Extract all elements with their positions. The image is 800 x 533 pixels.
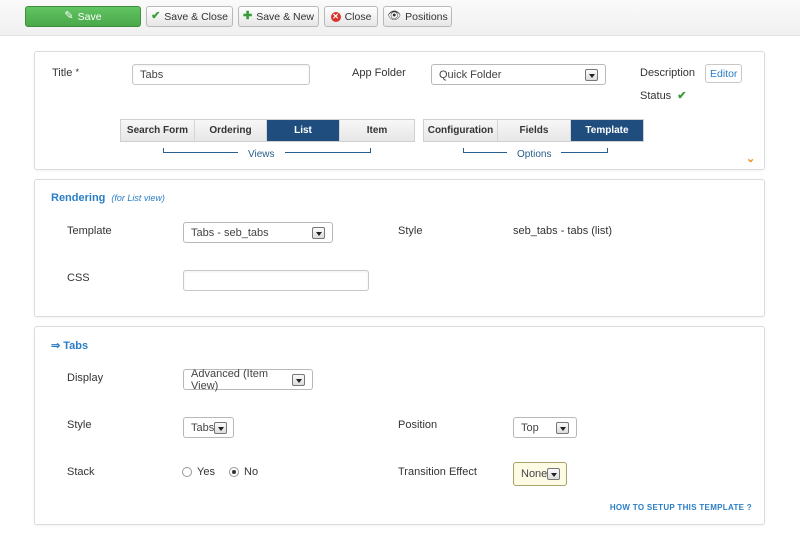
editor-button-label: Editor [710,67,738,80]
description-label: Description [640,67,696,79]
rendering-title: Rendering (for List view) [51,192,165,204]
options-group-label: Options [507,149,562,160]
tab-list[interactable]: List [267,120,340,141]
tabs-style-value: Tabs [191,421,215,434]
rendering-style-value: seb_tabs - tabs (list) [513,225,613,237]
chevron-down-icon [312,226,325,239]
tabs-panel: ⇒ Tabs Display Advanced (Item View) Styl… [34,326,765,525]
tab-ordering[interactable]: Ordering [195,120,267,141]
rendering-title-text: Rendering [51,192,106,204]
tabs-section-title: ⇒ Tabs [51,340,89,352]
options-tab-group: Configuration Fields Template [423,119,644,142]
chevron-down-icon [547,468,561,480]
status-label: Status ✔ [640,89,686,102]
tab-item[interactable]: Item [340,120,414,141]
save-new-label: Save & New [256,10,314,23]
save-icon: ✎ [64,10,74,22]
save-new-button[interactable]: ✚ Save & New [238,6,319,27]
stack-no-option[interactable]: No [229,466,258,478]
close-icon: ✕ [330,11,341,22]
status-label-text: Status [640,90,672,102]
positions-label: Positions [405,10,448,23]
tab-fields[interactable]: Fields [498,120,571,141]
views-tab-group: Search Form Ordering List Item [120,119,415,142]
title-label: Title * [52,67,79,79]
tabs-style-label: Style [67,419,92,431]
close-button[interactable]: ✕ Close [324,6,378,27]
css-label: CSS [67,272,90,284]
status-check-icon[interactable]: ✔ [677,90,686,102]
views-group-label: Views [238,149,285,160]
plus-icon: ✚ [243,10,253,22]
transition-effect-value: None [521,468,548,480]
toolbar: ✎ Save ✔ Save & Close ✚ Save & New ✕ Clo… [0,0,800,36]
tab-configuration[interactable]: Configuration [424,120,498,141]
rendering-panel: Rendering (for List view) Template Tabs -… [34,179,765,317]
header-panel: Title * Tabs App Folder Quick Folder Des… [34,51,765,170]
stack-no-label: No [244,466,259,478]
title-label-text: Title [52,67,73,79]
title-input[interactable]: Tabs [132,64,310,85]
save-label: Save [77,10,102,23]
app-folder-value: Quick Folder [439,68,502,81]
tabs-style-select[interactable]: Tabs [183,417,234,438]
rendering-subtitle: (for List view) [111,193,165,203]
close-label: Close [344,10,372,23]
display-value: Advanced (Item View) [191,367,269,392]
app-folder-label: App Folder [352,67,406,79]
stack-label: Stack [67,466,95,478]
save-button[interactable]: ✎ Save [25,6,141,27]
transition-effect-label: Transition Effect [398,466,477,478]
stack-yes-option[interactable]: Yes [182,466,215,478]
css-input[interactable] [183,270,369,291]
stack-no-radio[interactable] [229,467,239,477]
chevron-down-icon [292,373,305,386]
template-select[interactable]: Tabs - seb_tabs [183,222,333,243]
display-label: Display [67,372,104,384]
position-select[interactable]: Top [513,417,577,438]
app-folder-select[interactable]: Quick Folder [431,64,606,85]
stack-yes-radio[interactable] [182,467,192,477]
stack-yes-label: Yes [197,466,215,478]
positions-button[interactable]: 👁 Positions [383,6,452,27]
position-value: Top [521,421,539,434]
tab-search-form[interactable]: Search Form [121,120,195,141]
required-mark: * [75,67,79,77]
chevron-down-icon [214,421,228,434]
collapse-chevron-icon[interactable]: ⌄ [746,152,755,165]
eye-icon: 👁 [387,10,402,22]
position-label: Position [398,419,438,431]
chevron-down-icon [556,421,569,434]
howto-setup-link[interactable]: HOW TO SETUP THIS TEMPLATE ? [610,503,752,512]
chevron-down-icon [585,68,598,81]
title-input-value: Tabs [140,68,164,81]
save-close-label: Save & Close [164,10,228,23]
transition-effect-select[interactable]: None [513,462,567,486]
display-select[interactable]: Advanced (Item View) [183,367,313,392]
save-close-button[interactable]: ✔ Save & Close [146,6,233,27]
editor-button[interactable]: Editor [705,64,743,83]
template-value: Tabs - seb_tabs [191,226,269,239]
rendering-style-label: Style [398,225,423,237]
template-label: Template [67,225,112,237]
tab-template[interactable]: Template [571,120,643,141]
check-icon: ✔ [151,10,161,22]
